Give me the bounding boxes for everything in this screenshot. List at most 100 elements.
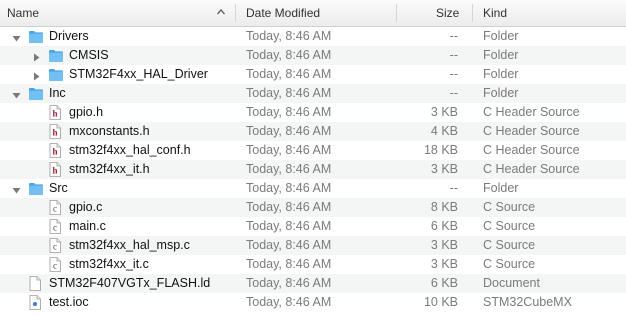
file-kind: C Header Source: [483, 162, 580, 176]
file-size: --: [449, 48, 458, 62]
c-source-file-icon: c: [48, 200, 64, 215]
file-row[interactable]: h stm32f4xx_hal_conf.h Today, 8:46 AM 18 KB…: [0, 141, 626, 160]
file-kind: C Source: [483, 238, 536, 252]
svg-text:c: c: [53, 261, 57, 271]
file-name[interactable]: stm32f4xx_it.c: [69, 255, 149, 274]
file-size: 8 KB: [430, 200, 458, 214]
file-size: 4 KB: [430, 124, 458, 138]
file-row[interactable]: c stm32f4xx_it.c Today, 8:46 AM 3 KB C Sourc…: [0, 255, 626, 274]
date-modified: Today, 8:46 AM: [246, 124, 332, 138]
file-row[interactable]: c main.c Today, 8:46 AM 6 KB C Source: [0, 217, 626, 236]
file-kind: C Source: [483, 219, 536, 233]
c-source-file-icon: c: [48, 238, 64, 253]
c-header-file-icon: h: [48, 143, 64, 158]
file-kind: Folder: [483, 67, 519, 81]
c-header-file-icon: h: [48, 124, 64, 139]
c-header-file-icon: h: [48, 105, 64, 120]
file-name[interactable]: stm32f4xx_hal_conf.h: [69, 141, 191, 160]
column-header-kind[interactable]: Kind: [483, 0, 507, 26]
file-row[interactable]: c gpio.c Today, 8:46 AM 8 KB C Source: [0, 198, 626, 217]
file-kind: Folder: [483, 181, 519, 195]
date-modified: Today, 8:46 AM: [246, 48, 332, 62]
file-kind: Folder: [483, 29, 519, 43]
c-source-file-icon: c: [48, 257, 64, 272]
file-size: --: [449, 29, 458, 43]
svg-text:c: c: [53, 204, 57, 214]
date-modified: Today, 8:46 AM: [246, 257, 332, 271]
ioc-file-icon: [28, 295, 44, 310]
column-header-bar: Name Date Modified Size Kind: [0, 0, 626, 27]
svg-text:c: c: [53, 223, 57, 233]
file-name[interactable]: Inc: [49, 84, 66, 103]
disclosure-triangle-expanded-icon[interactable]: [12, 89, 21, 99]
folder-icon: [28, 181, 44, 196]
file-name[interactable]: main.c: [69, 217, 106, 236]
file-name[interactable]: test.ioc: [49, 293, 89, 312]
file-size: 3 KB: [430, 162, 458, 176]
file-row[interactable]: Inc Today, 8:46 AM -- Folder: [0, 84, 626, 103]
file-row[interactable]: Src Today, 8:46 AM -- Folder: [0, 179, 626, 198]
svg-text:h: h: [52, 166, 57, 176]
disclosure-triangle-collapsed-icon[interactable]: [32, 51, 41, 62]
file-kind: Folder: [483, 86, 519, 100]
file-name[interactable]: STM32F407VGTx_FLASH.ld: [49, 274, 210, 293]
file-name[interactable]: gpio.c: [69, 198, 102, 217]
date-modified: Today, 8:46 AM: [246, 86, 332, 100]
disclosure-triangle-collapsed-icon[interactable]: [32, 70, 41, 81]
folder-icon: [48, 48, 64, 63]
file-row[interactable]: h stm32f4xx_it.h Today, 8:46 AM 3 KB C Heade…: [0, 160, 626, 179]
file-kind: C Source: [483, 257, 536, 271]
c-source-file-icon: c: [48, 219, 64, 234]
column-header-date-modified[interactable]: Date Modified: [246, 0, 320, 26]
file-name[interactable]: STM32F4xx_HAL_Driver: [69, 65, 208, 84]
file-size: --: [449, 181, 458, 195]
file-row[interactable]: Drivers Today, 8:46 AM -- Folder: [0, 27, 626, 46]
file-name[interactable]: stm32f4xx_hal_msp.c: [69, 236, 190, 255]
column-divider[interactable]: [396, 4, 397, 22]
folder-icon: [48, 67, 64, 82]
file-name[interactable]: Drivers: [49, 27, 89, 46]
folder-icon: [28, 86, 44, 101]
file-row[interactable]: CMSIS Today, 8:46 AM -- Folder: [0, 46, 626, 65]
file-kind: C Header Source: [483, 105, 580, 119]
file-kind: C Header Source: [483, 124, 580, 138]
disclosure-triangle-expanded-icon[interactable]: [12, 184, 21, 194]
date-modified: Today, 8:46 AM: [246, 200, 332, 214]
file-row[interactable]: h mxconstants.h Today, 8:46 AM 4 KB C Header…: [0, 122, 626, 141]
file-name[interactable]: gpio.h: [69, 103, 103, 122]
sort-ascending-chevron-icon[interactable]: [216, 7, 226, 17]
disclosure-triangle-expanded-icon[interactable]: [12, 32, 21, 42]
column-divider[interactable]: [472, 4, 473, 22]
column-header-name[interactable]: Name: [7, 0, 39, 26]
file-size: 3 KB: [430, 257, 458, 271]
date-modified: Today, 8:46 AM: [246, 105, 332, 119]
file-row[interactable]: c stm32f4xx_hal_msp.c Today, 8:46 AM 3 KB C …: [0, 236, 626, 255]
file-kind: C Header Source: [483, 143, 580, 157]
file-name[interactable]: CMSIS: [69, 46, 109, 65]
date-modified: Today, 8:46 AM: [246, 67, 332, 81]
file-name[interactable]: mxconstants.h: [69, 122, 150, 141]
document-file-icon: [28, 276, 44, 291]
svg-text:h: h: [52, 128, 57, 138]
file-size: --: [449, 86, 458, 100]
column-divider[interactable]: [235, 4, 236, 22]
file-row[interactable]: test.ioc Today, 8:46 AM 10 KB STM32CubeMX: [0, 293, 626, 312]
folder-icon: [28, 29, 44, 44]
file-kind: C Source: [483, 200, 536, 214]
file-name[interactable]: stm32f4xx_it.h: [69, 160, 150, 179]
date-modified: Today, 8:46 AM: [246, 276, 332, 290]
date-modified: Today, 8:46 AM: [246, 238, 332, 252]
date-modified: Today, 8:46 AM: [246, 29, 332, 43]
file-size: 10 KB: [423, 295, 458, 309]
svg-text:h: h: [52, 109, 57, 119]
file-row[interactable]: STM32F4xx_HAL_Driver Today, 8:46 AM -- Fold…: [0, 65, 626, 84]
file-row[interactable]: h gpio.h Today, 8:46 AM 3 KB C Header Source: [0, 103, 626, 122]
file-row[interactable]: STM32F407VGTx_FLASH.ld Today, 8:46 AM 6 KB…: [0, 274, 626, 293]
file-kind: Document: [483, 276, 540, 290]
file-size: --: [449, 67, 458, 81]
column-header-size[interactable]: Size: [436, 0, 459, 26]
file-name[interactable]: Src: [49, 179, 68, 198]
svg-text:c: c: [53, 242, 57, 252]
file-size: 6 KB: [430, 219, 458, 233]
file-kind: STM32CubeMX: [483, 295, 572, 309]
